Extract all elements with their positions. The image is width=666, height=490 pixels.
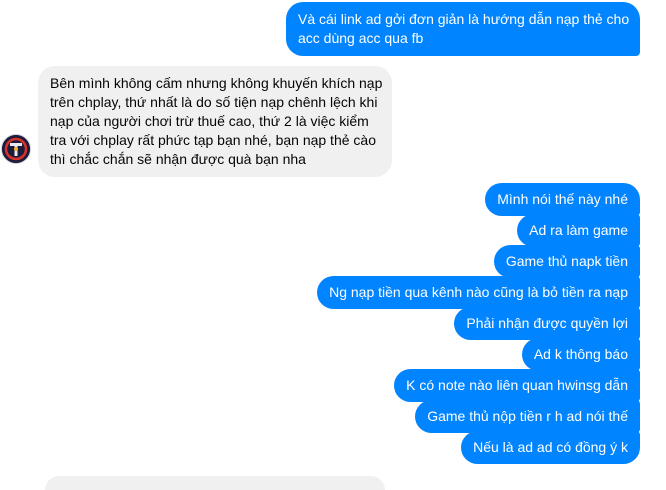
message-text: Ad k thông báo <box>533 346 628 362</box>
outgoing-message[interactable]: Phải nhận được quyền lợi <box>454 307 640 340</box>
message-text: Ng nạp tiền qua kênh nào cũng là bỏ tiền… <box>329 284 628 300</box>
incoming-message[interactable]: Bên mình không cấm nhưng không khuyến kh… <box>38 66 392 177</box>
game-logo-avatar-icon[interactable] <box>1 134 31 164</box>
outgoing-message[interactable]: Game thủ nộp tiền r h ad nói thế <box>415 400 640 433</box>
message-line: thì chắc chắn sẽ nhận được quà bạn nha <box>50 151 306 167</box>
incoming-message-partial[interactable] <box>45 476 385 490</box>
message-text: Game thủ napk tiền <box>505 253 628 269</box>
outgoing-message[interactable]: Game thủ napk tiền <box>493 245 640 278</box>
message-text: Ad ra làm game <box>529 222 628 238</box>
outgoing-message[interactable]: Nếu là ad ad có đồng ý k <box>461 431 640 464</box>
message-line: tra với chplay rất phức tạp bạn nhé, bạn… <box>50 132 376 148</box>
message-line: Bên mình không cấm nhưng không khuyến kh… <box>50 75 383 91</box>
message-text: Nếu là ad ad có đồng ý k <box>473 439 628 455</box>
outgoing-message[interactable]: Và cái link ad gởi đơn giản là hướng dẫn… <box>286 2 640 56</box>
message-line: Và cái link ad gởi đơn giản là hướng dẫn… <box>298 11 630 27</box>
outgoing-message[interactable]: Ad ra làm game <box>517 214 640 247</box>
outgoing-message[interactable]: Mình nói thế này nhé <box>485 183 640 216</box>
message-text: Phải nhận được quyền lợi <box>466 315 628 331</box>
outgoing-message[interactable]: K có note nào liên quan hwinsg dẫn <box>394 369 640 402</box>
message-line: nạp của người chơi trừ thuế cao, thứ 2 l… <box>50 113 369 129</box>
message-text: Mình nói thế này nhé <box>497 191 628 207</box>
message-text: Game thủ nộp tiền r h ad nói thế <box>427 408 628 424</box>
message-text: K có note nào liên quan hwinsg dẫn <box>406 377 628 393</box>
message-line: acc dùng acc qua fb <box>298 30 424 46</box>
outgoing-message[interactable]: Ng nạp tiền qua kênh nào cũng là bỏ tiền… <box>317 276 640 309</box>
message-line: trên chplay, thứ nhất là do số tiện nạp … <box>50 94 378 110</box>
outgoing-message[interactable]: Ad k thông báo <box>521 338 640 371</box>
